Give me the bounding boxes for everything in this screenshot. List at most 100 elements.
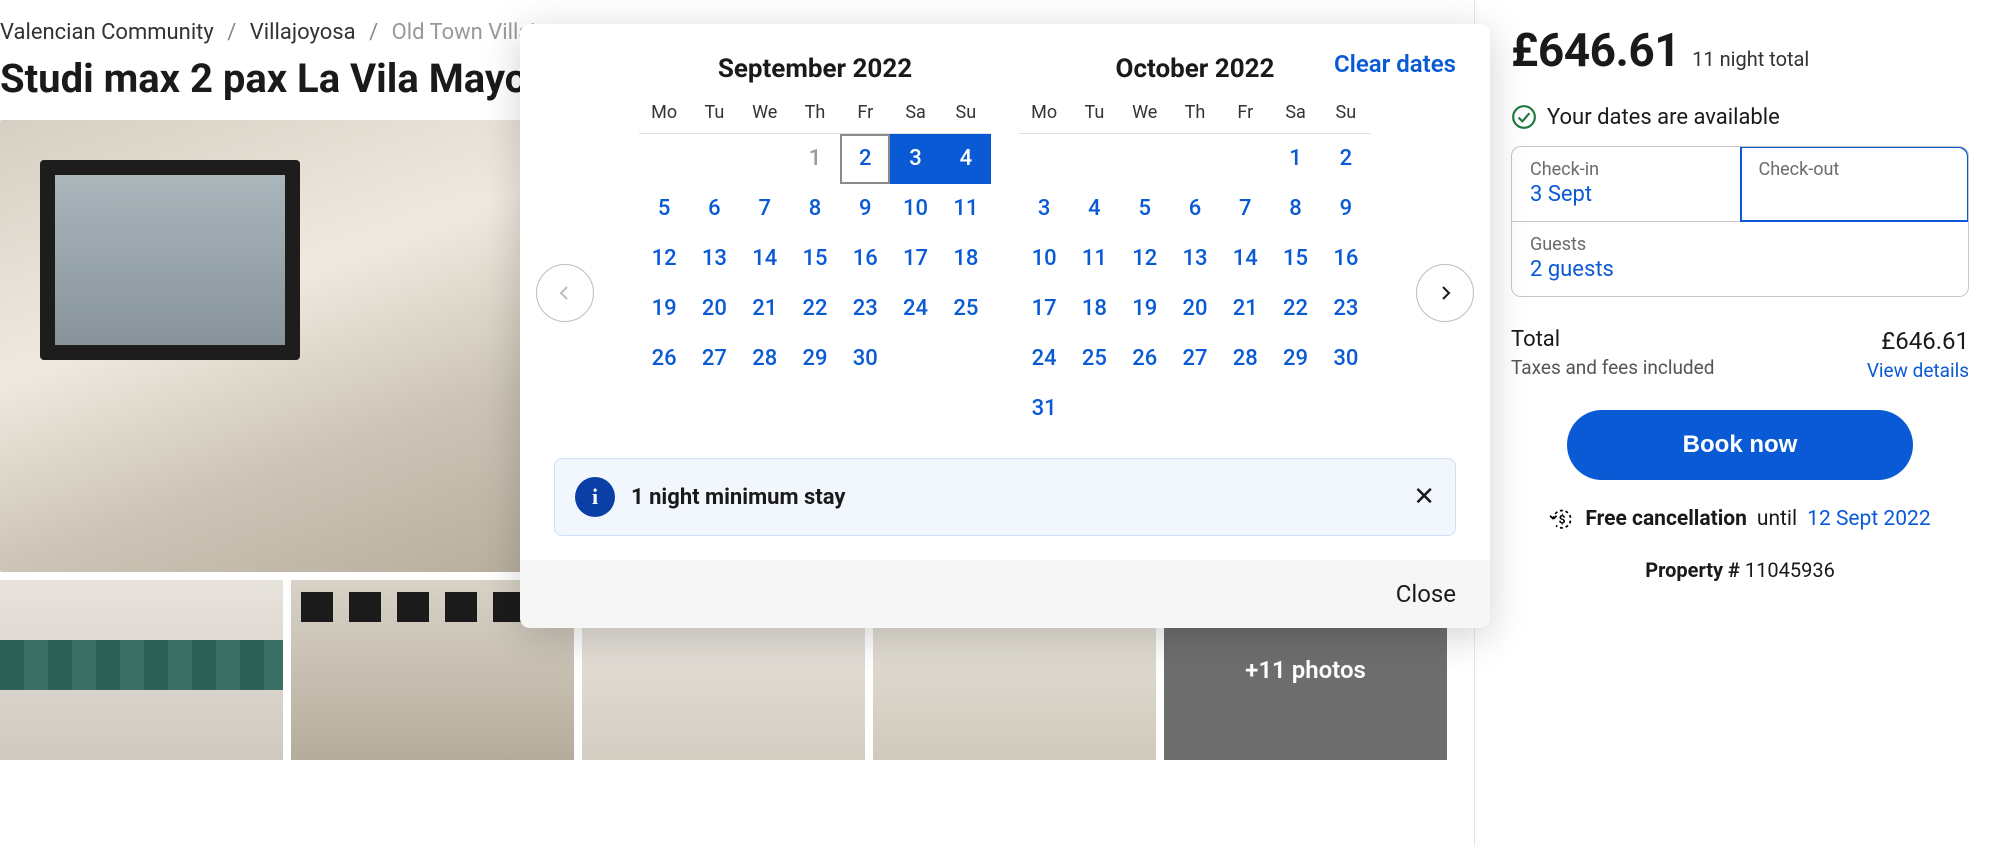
calendar-day[interactable]: 16 (1321, 234, 1371, 284)
gallery-thumb[interactable] (0, 580, 283, 760)
month-title: September 2022 (639, 54, 991, 84)
calendar-day[interactable]: 14 (1220, 234, 1270, 284)
calendar-day[interactable]: 3 (1019, 184, 1069, 234)
min-stay-text: 1 night minimum stay (631, 485, 845, 510)
calendar-day[interactable]: 24 (890, 284, 940, 334)
calendar-day[interactable]: 18 (941, 234, 991, 284)
calendar-day[interactable]: 23 (840, 284, 890, 334)
dow-label: Fr (1220, 102, 1270, 123)
price-total: £646.61 (1511, 24, 1680, 78)
checkin-field[interactable]: Check-in 3 Sept (1512, 147, 1741, 221)
calendar-day[interactable]: 30 (840, 334, 890, 384)
info-icon: i (575, 477, 615, 517)
calendar-day[interactable]: 26 (639, 334, 689, 384)
calendar-day[interactable]: 15 (1270, 234, 1320, 284)
free-cancellation-row: $ Free cancellation until 12 Sept 2022 (1511, 506, 1969, 532)
calendar-day[interactable]: 19 (1120, 284, 1170, 334)
calendar-day[interactable]: 8 (1270, 184, 1320, 234)
calendar-day[interactable]: 11 (1069, 234, 1119, 284)
dow-label: We (740, 102, 790, 123)
calendar-day[interactable]: 24 (1019, 334, 1069, 384)
calendar-next-button[interactable] (1416, 264, 1474, 322)
view-details-link[interactable]: View details (1867, 359, 1969, 382)
calendar-day[interactable]: 13 (689, 234, 739, 284)
calendar-day[interactable]: 4 (941, 134, 991, 184)
calendar-day[interactable]: 27 (689, 334, 739, 384)
total-label: Total (1511, 327, 1714, 352)
calendar-day[interactable]: 22 (1270, 284, 1320, 334)
calendar-day: 1 (790, 134, 840, 184)
calendar-day[interactable]: 17 (890, 234, 940, 284)
clear-dates-button[interactable]: Clear dates (1334, 50, 1456, 78)
date-picker-popover: Clear dates September 2022MoTuWeThFrSaSu… (520, 24, 1490, 628)
property-id-row: Property # 11045936 (1511, 558, 1969, 582)
calendar-day[interactable]: 5 (1120, 184, 1170, 234)
calendar-day[interactable]: 16 (840, 234, 890, 284)
min-stay-banner: i 1 night minimum stay ✕ (554, 458, 1456, 536)
calendar-day[interactable]: 28 (1220, 334, 1270, 384)
cancel-date-link[interactable]: 12 Sept 2022 (1807, 507, 1931, 531)
calendar-day[interactable]: 5 (639, 184, 689, 234)
breadcrumb-link[interactable]: Villajoyosa (250, 20, 356, 45)
calendar-day[interactable]: 9 (840, 184, 890, 234)
calendar-day[interactable]: 7 (740, 184, 790, 234)
calendar-day[interactable]: 29 (1270, 334, 1320, 384)
calendar-day[interactable]: 28 (740, 334, 790, 384)
month-title: October 2022 (1019, 54, 1371, 84)
calendar-day[interactable]: 9 (1321, 184, 1371, 234)
chevron-right-icon (1437, 285, 1453, 301)
gallery-main-photo[interactable] (0, 120, 556, 572)
calendar-day[interactable]: 10 (1019, 234, 1069, 284)
calendar-day[interactable]: 26 (1120, 334, 1170, 384)
calendar-prev-button[interactable] (536, 264, 594, 322)
calendar-day[interactable]: 18 (1069, 284, 1119, 334)
calendar-day[interactable]: 10 (890, 184, 940, 234)
calendar-day[interactable]: 31 (1019, 384, 1069, 434)
calendar-day[interactable]: 14 (740, 234, 790, 284)
calendar-day[interactable]: 30 (1321, 334, 1371, 384)
calendar-day[interactable]: 2 (840, 134, 890, 184)
calendar-day[interactable]: 1 (1270, 134, 1320, 184)
calendar-day[interactable]: 11 (941, 184, 991, 234)
calendar-day[interactable]: 6 (689, 184, 739, 234)
calendar-day[interactable]: 15 (790, 234, 840, 284)
book-now-button[interactable]: Book now (1567, 410, 1913, 480)
calendar-day[interactable]: 21 (740, 284, 790, 334)
total-sublabel: Taxes and fees included (1511, 356, 1714, 379)
calendar-day[interactable]: 4 (1069, 184, 1119, 234)
calendar-day[interactable]: 19 (639, 284, 689, 334)
guests-field[interactable]: Guests 2 guests (1512, 221, 1968, 296)
calendar-day[interactable]: 22 (790, 284, 840, 334)
calendar-day[interactable]: 20 (1170, 284, 1220, 334)
refund-icon: $ (1549, 506, 1575, 532)
calendar-day[interactable]: 12 (1120, 234, 1170, 284)
calendar-close-button[interactable]: Close (520, 560, 1490, 628)
calendar-day[interactable]: 29 (790, 334, 840, 384)
dow-label: Su (1321, 102, 1371, 123)
dow-label: Mo (639, 102, 689, 123)
dow-label: We (1120, 102, 1170, 123)
calendar-day[interactable]: 7 (1220, 184, 1270, 234)
calendar-day[interactable]: 17 (1019, 284, 1069, 334)
dow-label: Fr (840, 102, 890, 123)
banner-close-button[interactable]: ✕ (1413, 484, 1435, 510)
calendar-day[interactable]: 25 (1069, 334, 1119, 384)
calendar-day[interactable]: 20 (689, 284, 739, 334)
calendar-day[interactable]: 23 (1321, 284, 1371, 334)
check-circle-icon (1511, 104, 1537, 130)
calendar-day[interactable]: 6 (1170, 184, 1220, 234)
calendar-day[interactable]: 25 (941, 284, 991, 334)
total-amount: £646.61 (1867, 327, 1969, 355)
checkout-field[interactable]: Check-out (1741, 147, 1969, 221)
nights-text: 11 night total (1692, 47, 1809, 71)
calendar-day[interactable]: 3 (890, 134, 940, 184)
breadcrumb-link[interactable]: Valencian Community (0, 20, 214, 45)
calendar-day[interactable]: 2 (1321, 134, 1371, 184)
calendar-day[interactable]: 21 (1220, 284, 1270, 334)
calendar-day[interactable]: 8 (790, 184, 840, 234)
calendar-month: September 2022MoTuWeThFrSaSu123456789101… (639, 54, 991, 434)
booking-box: Check-in 3 Sept Check-out Guests 2 guest… (1511, 146, 1969, 297)
calendar-day[interactable]: 12 (639, 234, 689, 284)
calendar-day[interactable]: 27 (1170, 334, 1220, 384)
calendar-day[interactable]: 13 (1170, 234, 1220, 284)
